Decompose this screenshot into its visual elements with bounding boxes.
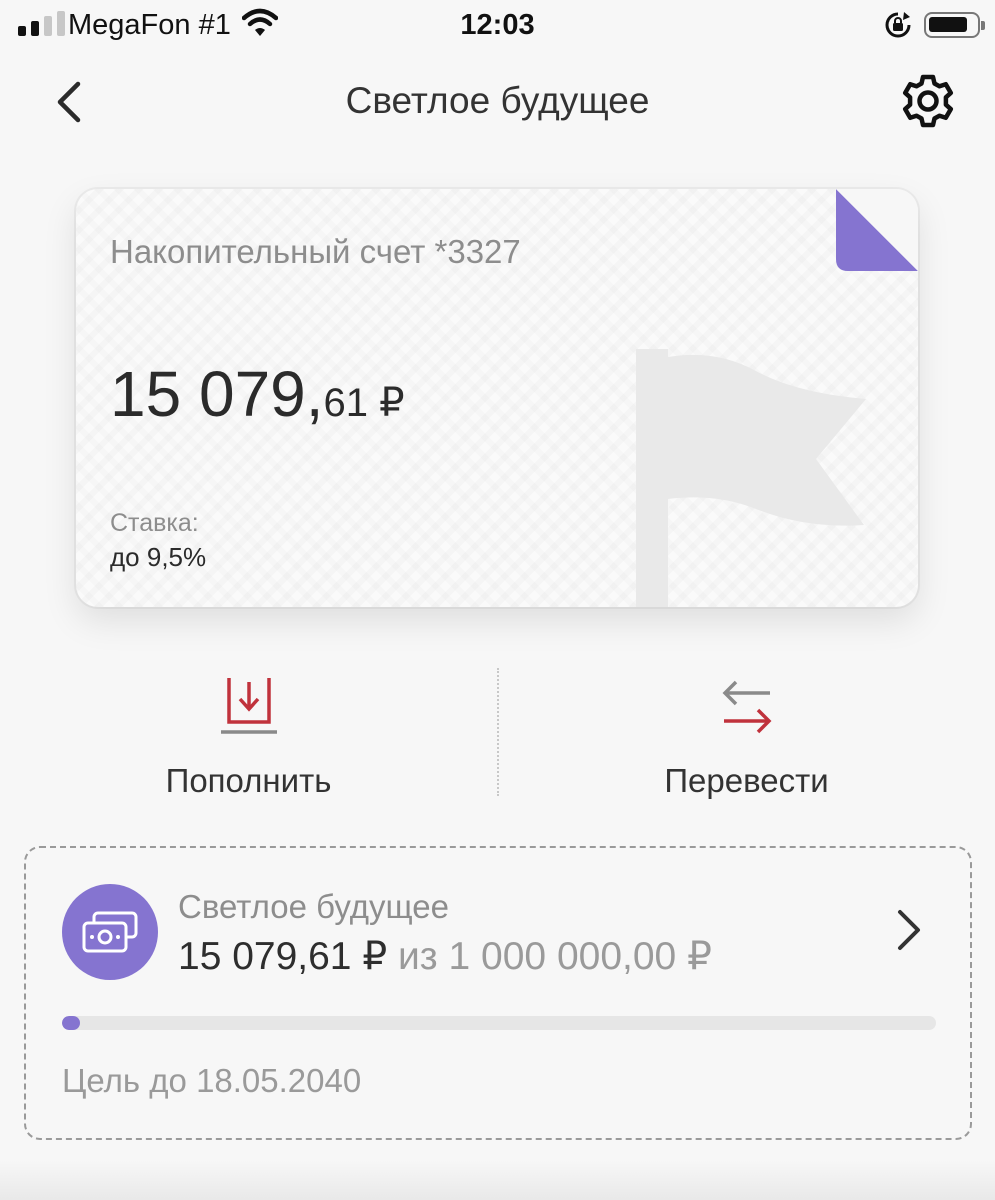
settings-button[interactable]	[898, 71, 958, 131]
battery-icon	[924, 12, 985, 38]
goal-deadline: Цель до 18.05.2040	[62, 1062, 362, 1099]
rate-value: до 9,5%	[110, 542, 207, 572]
goal-progress-fill	[62, 1016, 80, 1030]
next-card-edge	[0, 1160, 995, 1200]
deposit-icon	[220, 678, 277, 734]
balance-fraction: 61 ₽	[323, 381, 405, 425]
deposit-label: Пополнить	[165, 762, 332, 799]
goal-separator: из	[398, 935, 438, 978]
money-icon	[82, 911, 138, 953]
goal-amounts: 15 079,61 ₽ из 1 000 000,00 ₽	[178, 934, 712, 979]
status-bar: MegaFon #1 12:03	[0, 0, 995, 52]
goal-current-amount: 15 079,61 ₽	[178, 935, 388, 978]
account-number: Накопительный счет *3327	[110, 233, 521, 270]
gear-icon	[902, 74, 954, 128]
transfer-label: Перевести	[664, 762, 829, 799]
transfer-button[interactable]: Перевести	[498, 668, 995, 808]
goal-progress-bar	[62, 1016, 936, 1030]
chevron-right-icon	[898, 910, 920, 950]
goal-target-amount: 1 000 000,00 ₽	[448, 935, 712, 978]
account-balance: 15 079,61 ₽	[110, 357, 405, 431]
rate-label: Ставка:	[110, 509, 199, 537]
page-title: Светлое будущее	[345, 80, 650, 121]
transfer-arrows-icon	[722, 680, 771, 734]
deposit-button[interactable]: Пополнить	[0, 668, 497, 808]
rotation-lock-icon	[884, 11, 912, 44]
goal-name: Светлое будущее	[178, 888, 449, 925]
goal-avatar	[62, 884, 158, 980]
flag-icon	[636, 349, 866, 607]
balance-integer: 15 079,	[110, 358, 324, 430]
savings-goal-card[interactable]: Светлое будущее 15 079,61 ₽ из 1 000 000…	[24, 846, 972, 1140]
clock: 12:03	[460, 9, 535, 41]
account-card[interactable]: Накопительный счет *3327 15 079,61 ₽ Ста…	[76, 189, 918, 607]
folded-corner	[836, 189, 918, 271]
